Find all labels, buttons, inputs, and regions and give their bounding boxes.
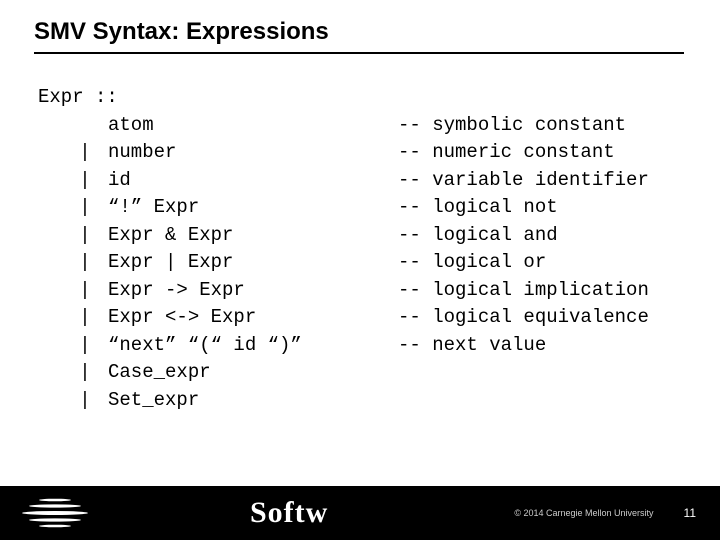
- grammar-syntax: atom: [108, 112, 398, 140]
- grammar-syntax: Expr & Expr: [108, 222, 398, 250]
- grammar-syntax: Expr -> Expr: [108, 277, 398, 305]
- grammar-row: atom-- symbolic constant: [38, 112, 720, 140]
- grammar-bar: |: [38, 332, 108, 360]
- grammar-comment: -- variable identifier: [398, 167, 649, 195]
- grammar-row: | Expr & Expr-- logical and: [38, 222, 720, 250]
- grammar-bar: [38, 112, 108, 140]
- slide-title: SMV Syntax: Expressions: [0, 0, 720, 52]
- grammar-syntax: “next” “(“ id “)”: [108, 332, 398, 360]
- grammar-row: | “next” “(“ id “)”-- next value: [38, 332, 720, 360]
- grammar-comment: -- next value: [398, 332, 546, 360]
- grammar-comment: -- logical equivalence: [398, 304, 649, 332]
- grammar-row: | id-- variable identifier: [38, 167, 720, 195]
- grammar-row: | Set_expr: [38, 387, 720, 415]
- slide: SMV Syntax: Expressions Expr :: atom-- s…: [0, 0, 720, 540]
- grammar-comment: -- logical not: [398, 194, 558, 222]
- grammar-row: | Expr <-> Expr-- logical equivalence: [38, 304, 720, 332]
- grammar-row: | Expr -> Expr-- logical implication: [38, 277, 720, 305]
- grammar-comment: -- logical and: [398, 222, 558, 250]
- footer-logo-icon: [0, 496, 110, 530]
- grammar-comment: -- symbolic constant: [398, 112, 626, 140]
- footer-bar: Softw © 2014 Carnegie Mellon University …: [0, 486, 720, 540]
- grammar-syntax: Expr <-> Expr: [108, 304, 398, 332]
- grammar-syntax: number: [108, 139, 398, 167]
- grammar-bar: |: [38, 139, 108, 167]
- grammar-row: | “!” Expr-- logical not: [38, 194, 720, 222]
- grammar-row: | Expr | Expr-- logical or: [38, 249, 720, 277]
- footer-right: © 2014 Carnegie Mellon University 11: [514, 506, 720, 520]
- grammar-bar: |: [38, 167, 108, 195]
- grammar-block: Expr :: atom-- symbolic constant| number…: [0, 54, 720, 415]
- grammar-row: | Case_expr: [38, 359, 720, 387]
- grammar-header: Expr ::: [38, 84, 720, 112]
- grammar-bar: |: [38, 249, 108, 277]
- grammar-rows: atom-- symbolic constant| number-- numer…: [38, 112, 720, 415]
- grammar-comment: -- numeric constant: [398, 139, 615, 167]
- grammar-comment: -- logical implication: [398, 277, 649, 305]
- grammar-syntax: Expr | Expr: [108, 249, 398, 277]
- grammar-bar: |: [38, 387, 108, 415]
- grammar-bar: |: [38, 359, 108, 387]
- grammar-bar: |: [38, 304, 108, 332]
- grammar-bar: |: [38, 277, 108, 305]
- grammar-syntax: Case_expr: [108, 359, 398, 387]
- footer-brand: Softw: [110, 496, 328, 530]
- grammar-comment: -- logical or: [398, 249, 546, 277]
- footer-page-number: 11: [684, 506, 696, 520]
- grammar-syntax: Set_expr: [108, 387, 398, 415]
- grammar-bar: |: [38, 222, 108, 250]
- grammar-syntax: id: [108, 167, 398, 195]
- footer-copyright: © 2014 Carnegie Mellon University: [514, 508, 653, 518]
- grammar-row: | number-- numeric constant: [38, 139, 720, 167]
- grammar-syntax: “!” Expr: [108, 194, 398, 222]
- grammar-bar: |: [38, 194, 108, 222]
